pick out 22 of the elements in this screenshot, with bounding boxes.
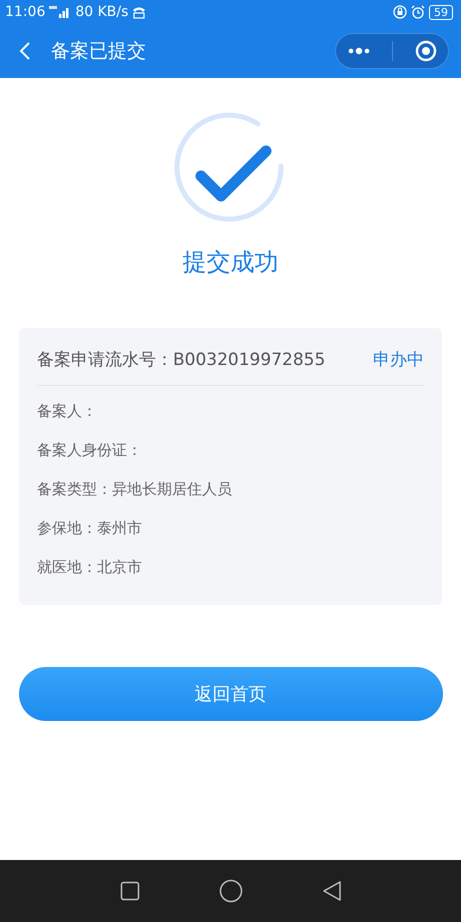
close-icon[interactable] (415, 40, 438, 62)
more-icon[interactable] (346, 47, 371, 55)
back-icon[interactable] (19, 41, 31, 61)
serial-number: 备案申请流水号：B0032019972855 (37, 349, 326, 371)
success-title: 提交成功 (182, 247, 278, 278)
network-speed: 80 KB/s (75, 4, 128, 20)
page-title: 备案已提交 (51, 39, 147, 64)
signal-icon (49, 6, 72, 18)
back-nav-icon[interactable] (322, 880, 342, 902)
info-row-text: 就医地：北京市 (37, 557, 143, 578)
info-row-text: 备案人身份证： (37, 440, 143, 461)
info-row-text: 备案类型：异地长期居住人员 (37, 479, 233, 500)
battery-indicator: 59 (429, 4, 453, 20)
status-time: 11:06 (5, 4, 46, 20)
status-label: 申办中 (373, 349, 424, 371)
recent-apps-icon[interactable] (120, 881, 140, 901)
info-row-text: 参保地：泰州市 (37, 518, 143, 539)
home-icon[interactable] (218, 879, 242, 903)
lock-icon (393, 5, 407, 19)
alarm-icon (411, 5, 425, 19)
home-button[interactable]: 返回首页 (18, 667, 442, 721)
info-row-text: 备案人： (37, 401, 98, 422)
